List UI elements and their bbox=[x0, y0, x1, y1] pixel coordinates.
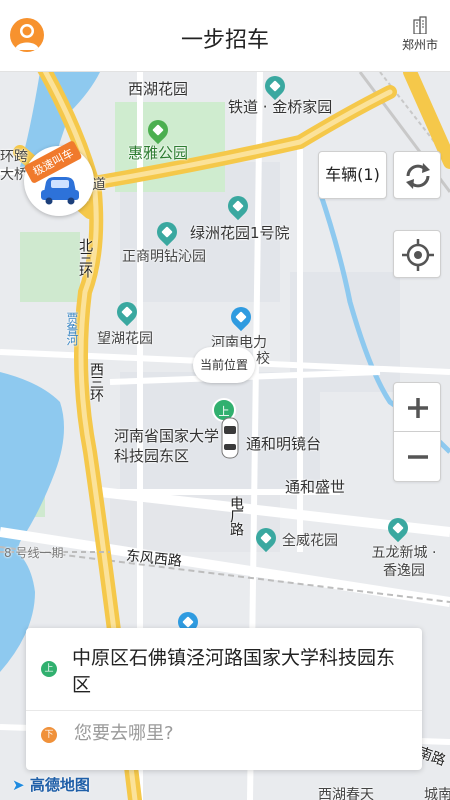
destination-dot: 下 bbox=[41, 727, 57, 743]
crosshair-icon bbox=[402, 239, 434, 271]
map-logo-text: 高德地图 bbox=[29, 776, 90, 794]
refresh-icon bbox=[406, 163, 430, 189]
label-metro-8: 8 号线一期 bbox=[4, 546, 64, 560]
map-logo: ➤ 高德地图 bbox=[12, 774, 90, 795]
minus-icon bbox=[408, 455, 428, 459]
building-icon bbox=[413, 16, 427, 34]
city-label: 郑州市 bbox=[401, 38, 438, 52]
refresh-button[interactable] bbox=[393, 151, 441, 199]
label-tonghe-mingjing: 通和明镜台 bbox=[246, 435, 322, 453]
taxi-car-icon bbox=[221, 417, 239, 459]
label-jialu-river: 贾鲁河 bbox=[65, 312, 79, 345]
plus-icon bbox=[408, 398, 428, 418]
label-xihu-chuntian: 西湖春天 bbox=[318, 787, 374, 800]
app-header: 一步招车 郑州市 bbox=[0, 0, 450, 72]
current-position-bubble: 当前位置 bbox=[193, 347, 255, 383]
city-selector[interactable]: 郑州市 bbox=[398, 16, 442, 53]
label-zhengshang: 正商明钻沁园 bbox=[122, 249, 206, 265]
label-dianchang-road: 电厂路 bbox=[228, 496, 244, 535]
pickup-address[interactable]: 中原区石佛镇泾河路国家大学科技园东区 bbox=[72, 645, 402, 699]
label-luzhou: 绿洲花园1号院 bbox=[190, 224, 290, 242]
label-henan-science-park: 河南省国家大学科技园东区 bbox=[114, 427, 220, 465]
navigation-arrow-icon: ➤ bbox=[12, 776, 25, 794]
page-title: 一步招车 bbox=[180, 28, 269, 53]
label-chengnan: 城南 bbox=[424, 787, 450, 800]
label-huiya-park: 惠雅公园 bbox=[128, 144, 189, 162]
vehicles-count-button[interactable]: 车辆(1) bbox=[318, 151, 387, 199]
label-xihu-garden: 西湖花园 bbox=[128, 80, 189, 98]
locate-button[interactable] bbox=[393, 230, 441, 278]
pickup-row[interactable]: 上 中原区石佛镇泾河路国家大学科技园东区 bbox=[26, 628, 422, 711]
label-wanghu: 望湖花园 bbox=[97, 331, 153, 347]
zoom-out-button[interactable] bbox=[393, 432, 441, 482]
label-wulong: 五龙新城 · 香逸园 bbox=[371, 545, 437, 579]
pickup-dot: 上 bbox=[41, 661, 57, 677]
label-xisanhuan: 西三环 bbox=[88, 362, 104, 401]
trip-panel: 上 中原区石佛镇泾河路国家大学科技园东区 下 bbox=[26, 628, 422, 770]
label-henan-power-school: 校 bbox=[256, 351, 270, 367]
label-beisanhuan: 北三环 bbox=[77, 238, 93, 277]
label-tiedao: 铁道 · 金桥家园 bbox=[228, 98, 333, 116]
label-tonghe-shengshi: 通和盛世 bbox=[285, 478, 346, 496]
zoom-in-button[interactable] bbox=[393, 382, 441, 432]
label-quanwei: 全威花园 bbox=[282, 533, 338, 549]
destination-input[interactable] bbox=[72, 722, 396, 745]
label-dao: 道 bbox=[92, 177, 106, 193]
